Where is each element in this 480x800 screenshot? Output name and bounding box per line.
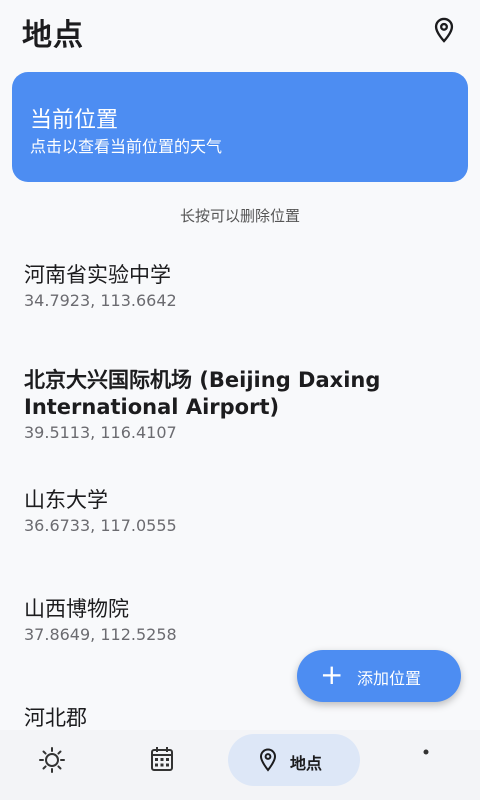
place-name: 山东大学 bbox=[24, 488, 108, 512]
place-item[interactable]: 河北郡 bbox=[24, 705, 464, 730]
place-item[interactable]: 北京大兴国际机场 (Beijing Daxing International A… bbox=[24, 367, 464, 443]
plus-icon: + bbox=[320, 658, 344, 691]
place-name: 河北郡 bbox=[24, 706, 87, 730]
place-item[interactable]: 山西博物院 37.8649, 112.5258 bbox=[24, 596, 464, 645]
location-pin-icon[interactable] bbox=[430, 16, 458, 44]
place-coords: 39.5113, 116.4107 bbox=[24, 423, 177, 442]
place-coords: 34.7923, 113.6642 bbox=[24, 291, 177, 310]
place-item[interactable]: 河南省实验中学 34.7923, 113.6642 bbox=[24, 262, 464, 311]
top-app-bar: 地点 bbox=[0, 0, 480, 64]
calendar-icon bbox=[151, 747, 173, 771]
add-location-label: 添加位置 bbox=[357, 669, 422, 688]
place-name: 河南省实验中学 bbox=[24, 263, 171, 287]
place-name: 北京大兴国际机场 (Beijing Daxing International A… bbox=[24, 368, 381, 419]
delete-hint: 长按可以删除位置 bbox=[179, 207, 300, 225]
current-location-card[interactable]: 当前位置 点击以查看当前位置的天气 bbox=[12, 72, 468, 182]
place-coords: 37.8649, 112.5258 bbox=[24, 625, 177, 644]
place-coords: 36.6733, 117.0555 bbox=[24, 516, 177, 535]
add-location-button[interactable]: + 添加位置 bbox=[297, 650, 461, 702]
nav-calendar-tab[interactable] bbox=[140, 734, 184, 786]
current-location-title: 当前位置 bbox=[30, 108, 119, 133]
nav-places-label: 地点 bbox=[290, 754, 323, 773]
place-item[interactable]: 山东大学 36.6733, 117.0555 bbox=[24, 487, 464, 536]
sun-icon bbox=[39, 747, 65, 773]
more-vert-icon bbox=[423, 749, 429, 755]
nav-places-tab[interactable]: 地点 bbox=[228, 734, 360, 786]
current-location-subtitle: 点击以查看当前位置的天气 bbox=[30, 137, 223, 156]
page-title: 地点 bbox=[22, 18, 84, 53]
nav-weather-tab[interactable] bbox=[30, 734, 74, 786]
location-pin-icon bbox=[259, 748, 277, 772]
bottom-navigation: 地点 bbox=[0, 730, 480, 800]
place-name: 山西博物院 bbox=[24, 597, 129, 621]
nav-more-button[interactable] bbox=[414, 734, 438, 786]
